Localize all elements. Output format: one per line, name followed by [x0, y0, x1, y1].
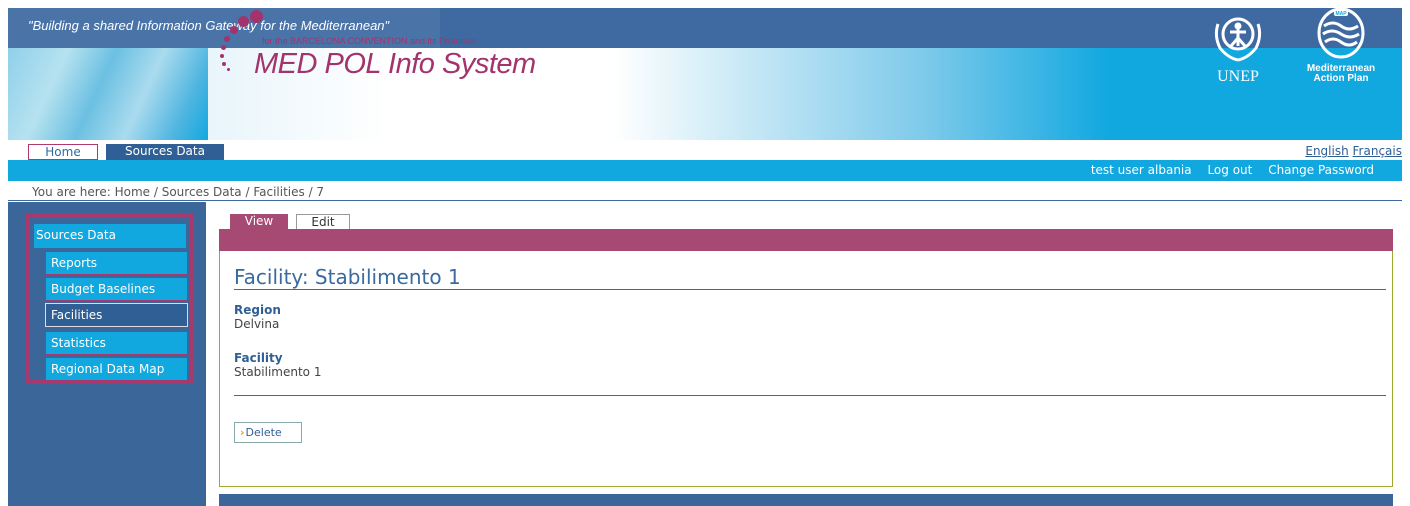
map-label-line2: Action Plan — [1313, 73, 1369, 84]
lang-french-link[interactable]: Français — [1353, 144, 1402, 158]
logo-dot — [220, 54, 224, 58]
medpol-logo[interactable]: for the BARCELONA CONVENTION and its Pro… — [214, 8, 536, 88]
breadcrumb: You are here: Home / Sources Data / Faci… — [8, 184, 1402, 201]
arrow-right-icon: › — [240, 426, 245, 439]
title-divider — [234, 289, 1386, 290]
user-links: test user albania Log out Change Passwor… — [1079, 160, 1374, 181]
logo-dot — [221, 45, 226, 50]
change-password-link[interactable]: Change Password — [1268, 163, 1374, 177]
unep-label: UNEP — [1217, 68, 1259, 85]
logout-link[interactable]: Log out — [1207, 163, 1252, 177]
sidebar-item-statistics[interactable]: Statistics — [45, 331, 188, 355]
sidebar-item-reports[interactable]: Reports — [45, 251, 188, 275]
delete-button[interactable]: ›Delete — [234, 422, 302, 443]
unep-logo[interactable]: UNEP — [1208, 6, 1268, 90]
logo-dot — [227, 68, 230, 71]
sidebar-item-facilities[interactable]: Facilities — [45, 303, 188, 327]
main-nav: Home Sources Data English Français — [8, 144, 1402, 160]
main-content: View Edit Facility: Stabilimento 1 Regio… — [206, 202, 1402, 506]
sidebar-item-regional-data-map[interactable]: Regional Data Map — [45, 357, 188, 381]
map-emblem-text: MAP — [1335, 11, 1347, 17]
sidebar: Sources Data Reports Budget Baselines Fa… — [8, 202, 206, 506]
user-name-link[interactable]: test user albania — [1091, 163, 1192, 177]
logo-dot — [250, 10, 263, 23]
banner-graphic — [8, 48, 208, 140]
nav-sources-data-tab[interactable]: Sources Data — [106, 144, 224, 160]
delete-label: Delete — [245, 426, 282, 439]
map-label: Mediterranean Action Plan — [1296, 64, 1386, 84]
content-divider — [234, 395, 1386, 396]
logo-dot — [238, 16, 249, 27]
bottom-bar — [219, 494, 1393, 506]
page-title: Facility: Stabilimento 1 — [234, 265, 461, 289]
sidebar-item-sources-data[interactable]: Sources Data — [34, 224, 186, 248]
sidebar-item-budget-baselines[interactable]: Budget Baselines — [45, 277, 188, 301]
lang-english-link[interactable]: English — [1305, 144, 1348, 158]
region-label: Region — [234, 303, 281, 317]
unep-emblem-icon — [1214, 17, 1262, 62]
facility-label: Facility — [234, 351, 283, 365]
user-bar: test user albania Log out Change Passwor… — [8, 160, 1402, 181]
logo-dot — [230, 26, 238, 34]
logo-title: MED POL Info System — [254, 48, 536, 80]
logo-dot — [224, 36, 230, 42]
logo-dot — [222, 62, 226, 66]
tab-bar — [219, 229, 1393, 251]
facility-value: Stabilimento 1 — [234, 365, 322, 379]
language-switcher: English Français — [1305, 144, 1402, 158]
map-logo[interactable]: MAP Mediterranean Action Plan — [1296, 6, 1386, 90]
region-value: Delvina — [234, 317, 280, 331]
nav-home-tab[interactable]: Home — [28, 144, 98, 160]
map-emblem-icon: MAP — [1317, 7, 1365, 59]
facility-panel: Facility: Stabilimento 1 Region Delvina … — [219, 251, 1393, 487]
logo-subtitle: for the BARCELONA CONVENTION and its Pro… — [262, 36, 477, 46]
sidebar-menu: Sources Data Reports Budget Baselines Fa… — [26, 214, 194, 384]
